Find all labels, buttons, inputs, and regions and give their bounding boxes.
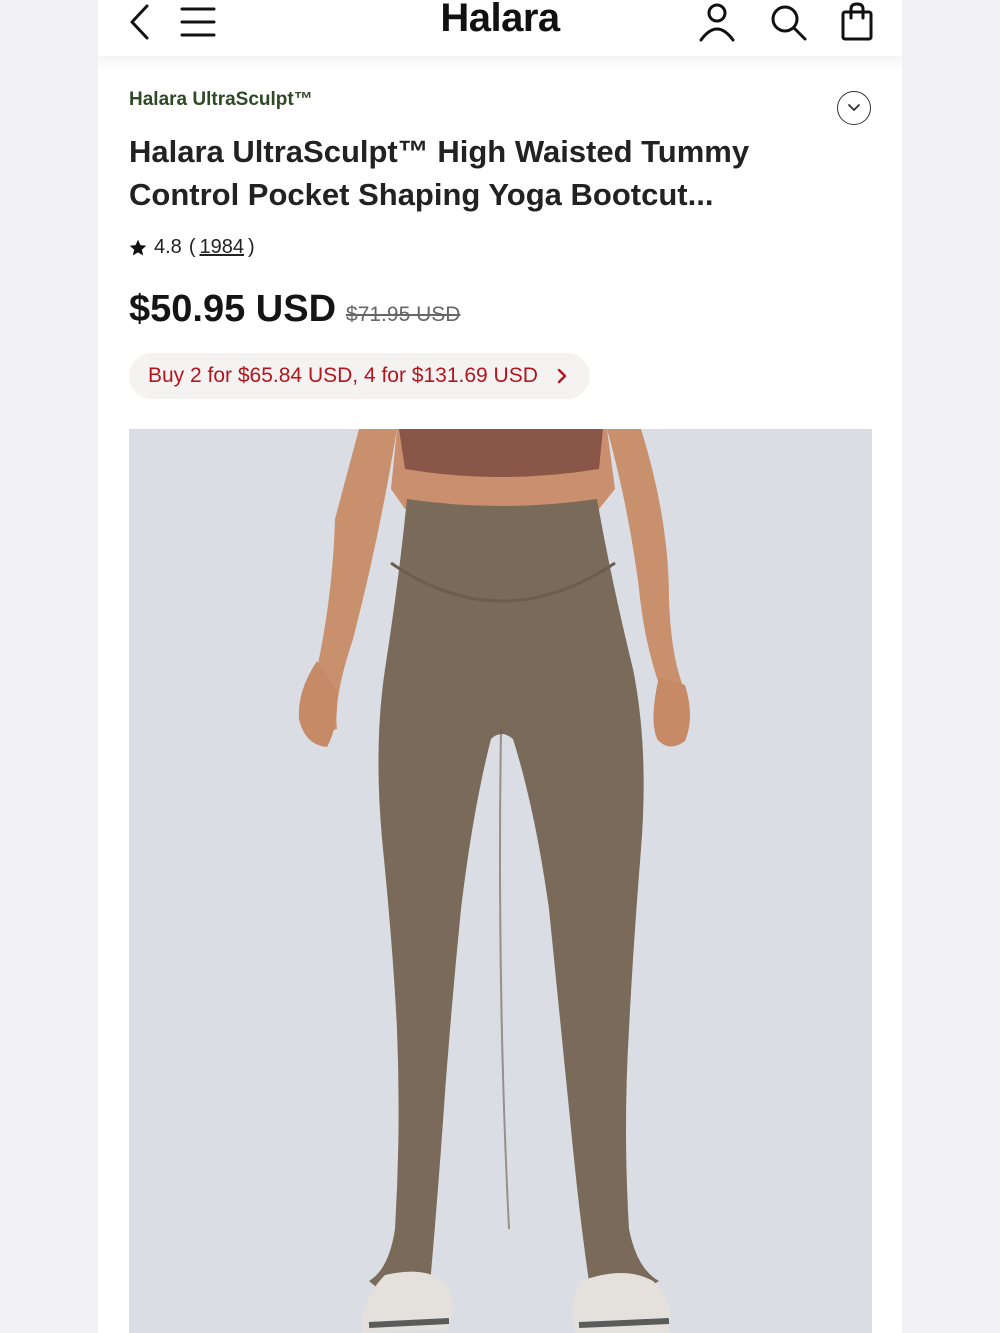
rating-close-paren: ) — [247, 236, 255, 258]
current-price: $50.95 USD — [129, 288, 337, 330]
expand-toggle-button[interactable] — [837, 91, 871, 125]
product-image[interactable] — [129, 429, 872, 1333]
bundle-promo-button[interactable]: Buy 2 for $65.84 USD, 4 for $131.69 USD — [129, 353, 590, 399]
bundle-promo-text: Buy 2 for $65.84 USD, 4 for $131.69 USD — [148, 364, 538, 387]
top-navigation-bar: Halara — [98, 0, 902, 56]
shopping-bag-icon[interactable] — [835, 0, 879, 44]
search-icon[interactable] — [766, 0, 810, 44]
product-rating: 4.8 ( 1984 ) — [128, 236, 255, 259]
original-price: $71.95 USD — [346, 303, 461, 326]
product-page: Halara Halara UltraSculpt™ Halara UltraS… — [98, 0, 902, 1333]
review-count-link[interactable]: 1984 — [199, 236, 244, 259]
chevron-down-icon — [848, 104, 860, 111]
product-brand-link[interactable]: Halara UltraSculpt™ — [129, 89, 313, 111]
chevron-right-icon — [556, 367, 568, 385]
rating-open-paren: ( — [188, 236, 196, 258]
account-icon[interactable] — [695, 0, 739, 44]
model-wearing-bootcut-leggings-illustration — [298, 429, 690, 1333]
star-icon — [129, 239, 147, 255]
price-row: $50.95 USD $71.95 USD — [129, 288, 460, 331]
product-title: Halara UltraSculpt™ High Waisted Tummy C… — [129, 134, 750, 212]
rating-value: 4.8 — [154, 236, 182, 258]
